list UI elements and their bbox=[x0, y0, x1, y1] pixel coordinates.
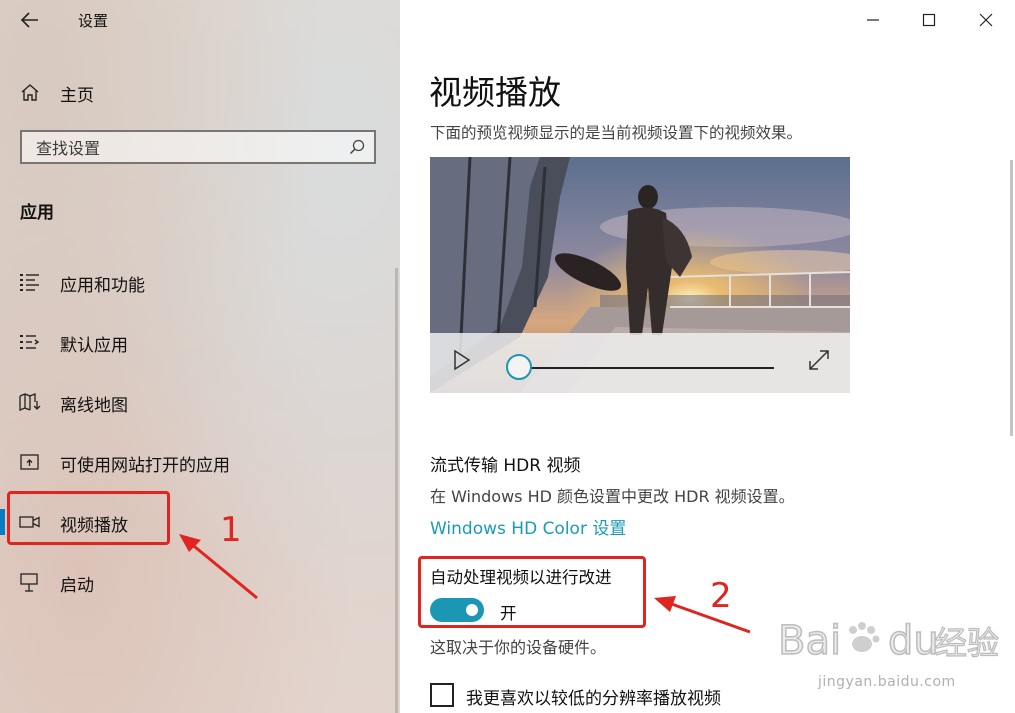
annotation-arrow-1 bbox=[179, 534, 258, 600]
settings-window: 设置 主页 应用 bbox=[0, 0, 1015, 713]
preview-description: 下面的预览视频显示的是当前视频设置下的视频效果。 bbox=[430, 124, 803, 142]
section-heading: 应用 bbox=[20, 203, 54, 223]
watermark-url: jingyan.baidu.com bbox=[818, 674, 956, 690]
seek-thumb[interactable] bbox=[506, 354, 532, 380]
sidebar-item-label: 视频播放 bbox=[60, 516, 128, 536]
minimize-icon[interactable] bbox=[858, 6, 888, 34]
map-download-icon bbox=[19, 393, 41, 411]
svg-text:经验: 经验 bbox=[935, 624, 999, 662]
hdr-description: 在 Windows HD 颜色设置中更改 HDR 视频设置。 bbox=[430, 487, 795, 506]
back-arrow-icon[interactable] bbox=[18, 8, 42, 32]
low-resolution-label[interactable]: 我更喜欢以较低的分辨率播放视频 bbox=[466, 684, 721, 709]
sidebar-item-label: 应用和功能 bbox=[60, 276, 145, 296]
sidebar-item-label: 默认应用 bbox=[60, 336, 128, 356]
auto-process-title: 自动处理视频以进行改进 bbox=[430, 568, 612, 587]
app-title: 设置 bbox=[78, 12, 109, 30]
sidebar-item-apps-for-websites[interactable]: 可使用网站打开的应用 bbox=[0, 442, 400, 482]
maximize-icon[interactable] bbox=[914, 6, 944, 34]
open-in-icon bbox=[20, 454, 39, 470]
annotation-arrow-2 bbox=[654, 596, 751, 634]
sidebar-item-label: 主页 bbox=[60, 86, 94, 106]
play-icon[interactable] bbox=[452, 349, 472, 371]
page-title: 视频播放 bbox=[429, 73, 561, 112]
fullscreen-icon[interactable] bbox=[806, 347, 832, 373]
search-input[interactable] bbox=[34, 136, 338, 160]
sidebar-scrollbar[interactable] bbox=[395, 268, 398, 713]
close-icon[interactable] bbox=[971, 6, 1001, 34]
svg-text:Bai: Bai bbox=[778, 618, 841, 664]
sidebar-item-home[interactable]: 主页 bbox=[0, 72, 400, 112]
startup-icon bbox=[20, 573, 38, 592]
toggle-knob bbox=[466, 604, 478, 616]
hdr-title: 流式传输 HDR 视频 bbox=[430, 456, 581, 476]
main-scrollbar[interactable] bbox=[1010, 160, 1013, 436]
video-preview[interactable] bbox=[430, 157, 850, 393]
sidebar-item-apps-features[interactable]: 应用和功能 bbox=[0, 262, 400, 302]
toggle-state-label: 开 bbox=[500, 604, 517, 623]
home-icon bbox=[21, 84, 39, 101]
list-icon bbox=[20, 274, 39, 291]
sidebar-item-label: 可使用网站打开的应用 bbox=[60, 456, 230, 476]
seek-track[interactable] bbox=[518, 367, 774, 369]
search-box[interactable] bbox=[20, 130, 376, 164]
windows-hd-color-link[interactable]: Windows HD Color 设置 bbox=[430, 514, 626, 539]
sidebar-item-offline-maps[interactable]: 离线地图 bbox=[0, 382, 400, 422]
svg-text:du: du bbox=[888, 618, 939, 664]
sidebar-item-label: 离线地图 bbox=[60, 396, 128, 416]
default-apps-icon bbox=[20, 335, 40, 349]
sidebar-item-label: 启动 bbox=[60, 576, 94, 596]
video-controls bbox=[430, 333, 850, 393]
hardware-note: 这取决于你的设备硬件。 bbox=[430, 638, 607, 657]
sidebar-item-default-apps[interactable]: 默认应用 bbox=[0, 322, 400, 362]
video-camera-icon bbox=[19, 516, 40, 528]
search-icon[interactable] bbox=[348, 138, 366, 156]
sidebar: 设置 主页 应用 bbox=[0, 0, 400, 713]
low-resolution-checkbox[interactable] bbox=[430, 683, 454, 707]
auto-process-toggle[interactable] bbox=[430, 598, 484, 622]
